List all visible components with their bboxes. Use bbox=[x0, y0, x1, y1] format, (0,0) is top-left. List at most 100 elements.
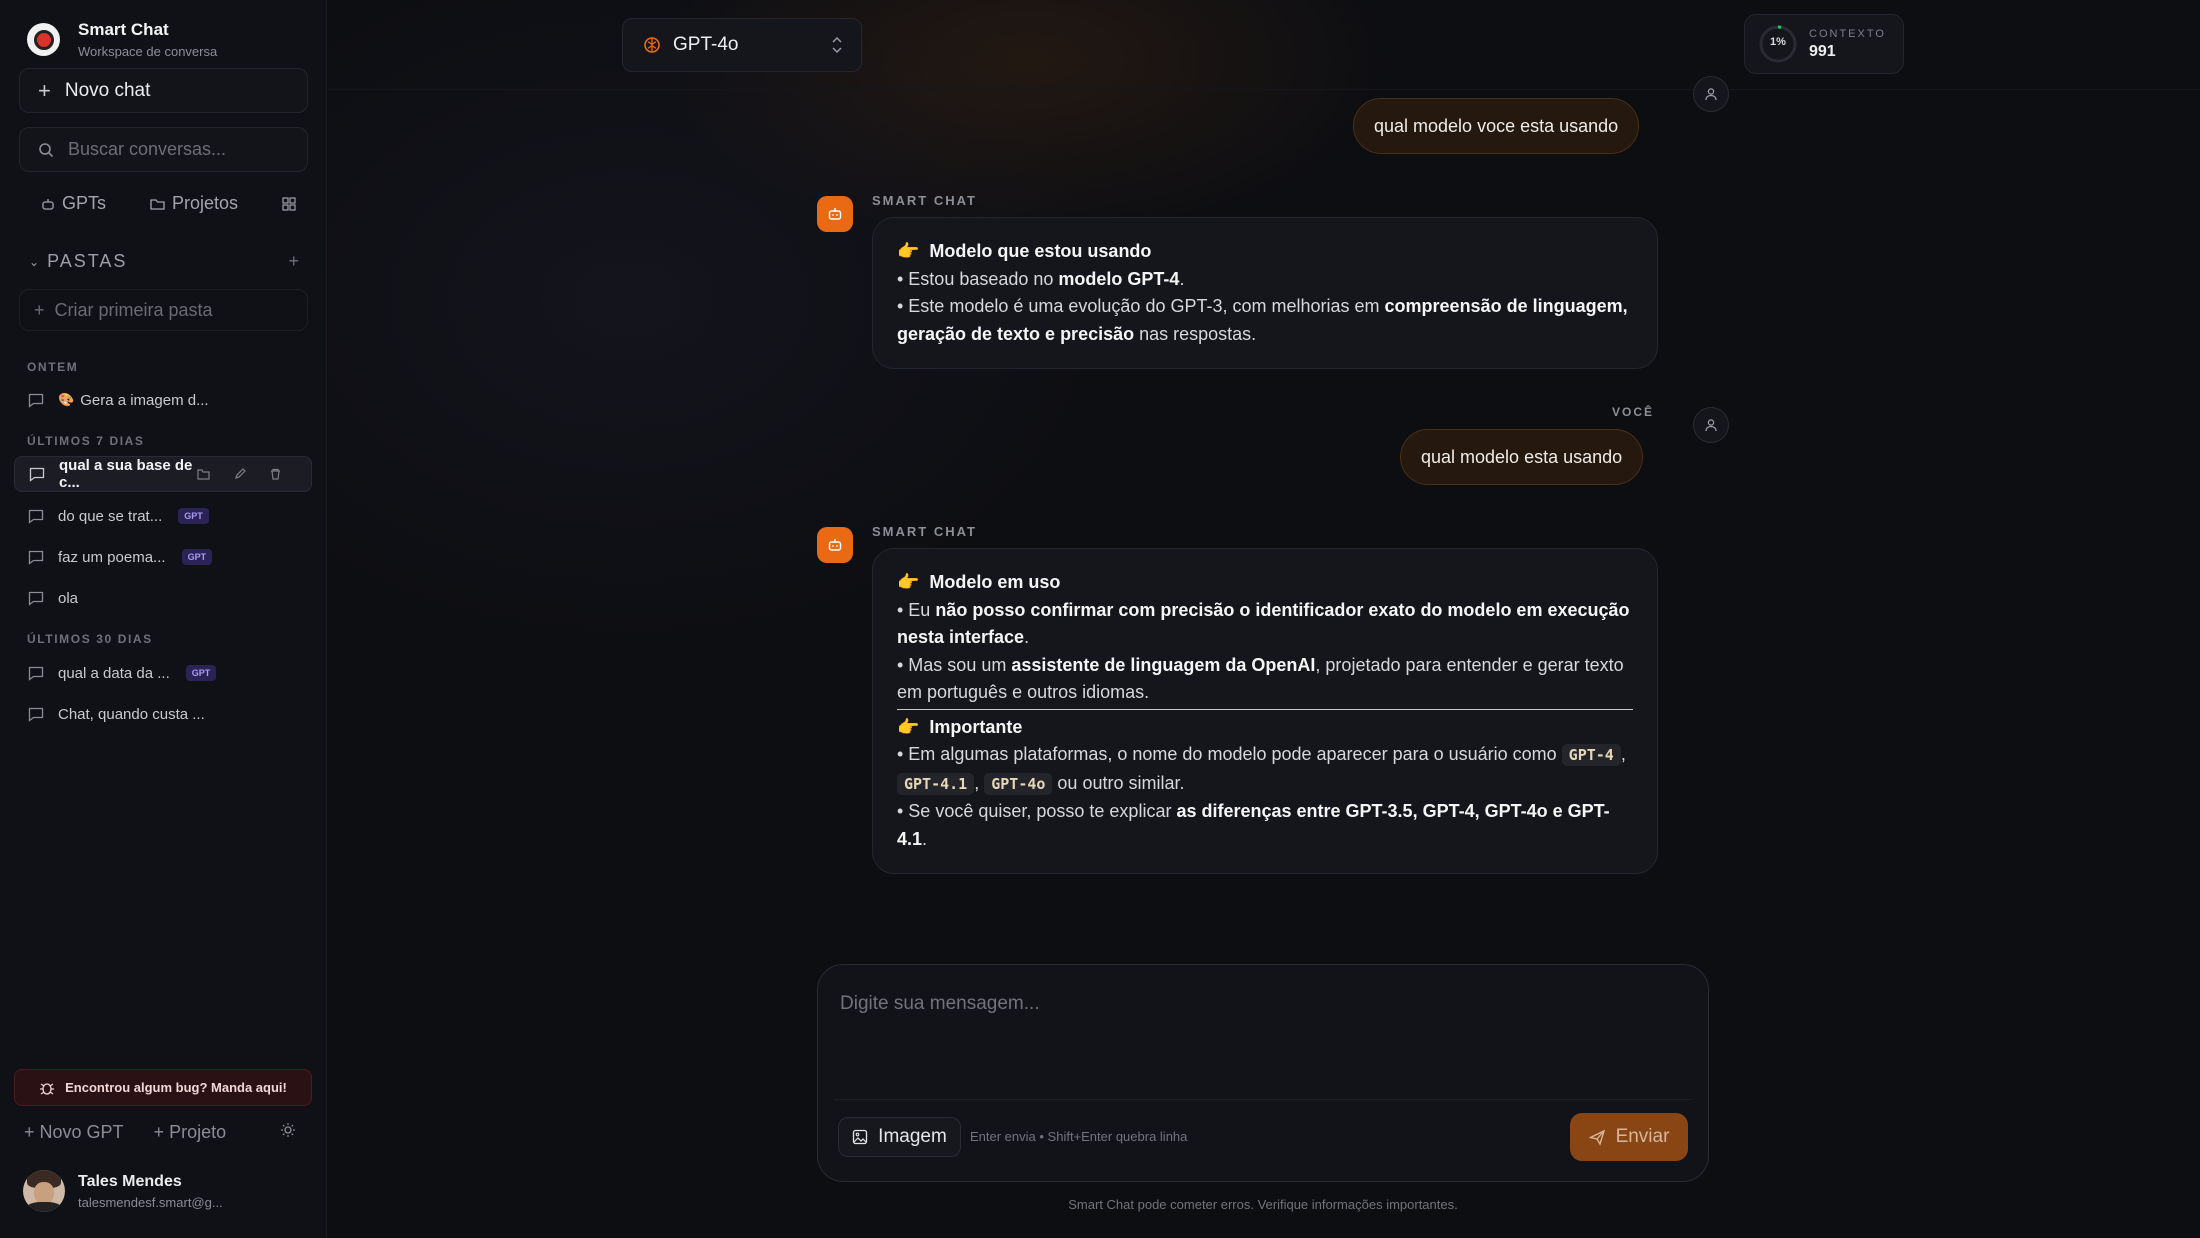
gpt-badge: GPT bbox=[178, 508, 209, 524]
bot-avatar-icon bbox=[817, 196, 853, 232]
chat-bubble-icon bbox=[29, 467, 45, 482]
model-selector[interactable]: GPT-4o bbox=[622, 18, 862, 72]
message-composer[interactable]: Digite sua mensagem... Imagem Enter envi… bbox=[817, 964, 1709, 1182]
palette-icon: 🎨 bbox=[58, 392, 75, 407]
message-line: • Se você quiser, posso te explicar as d… bbox=[897, 801, 1610, 849]
folders-header[interactable]: ⌄ PASTAS + bbox=[29, 251, 299, 272]
message-line: • Em algumas plataformas, o nome do mode… bbox=[897, 744, 1626, 795]
app-subtitle: Workspace de conversa bbox=[78, 44, 218, 59]
search-icon bbox=[39, 142, 54, 157]
keyboard-hint: Enter envia • Shift+Enter quebra linha bbox=[970, 1129, 1188, 1144]
chat-title: Gera a imagem d... bbox=[80, 391, 209, 409]
app-logo bbox=[27, 23, 60, 56]
sidebar: Smart Chat Workspace de conversa + Novo … bbox=[0, 0, 327, 1238]
divider bbox=[897, 708, 1633, 710]
bug-report-button[interactable]: Encontrou algum bug? Manda aqui! bbox=[14, 1069, 312, 1106]
chat-title: faz um poema... bbox=[58, 548, 166, 566]
add-folder-button[interactable]: + bbox=[288, 251, 299, 272]
chat-item[interactable]: Chat, quando custa ... bbox=[14, 696, 312, 732]
new-gpt-label: Novo GPT bbox=[39, 1122, 124, 1142]
chat-item[interactable]: faz um poema... GPT bbox=[14, 539, 312, 575]
chat-title: Chat, quando custa ... bbox=[58, 705, 205, 723]
create-folder-label: Criar primeira pasta bbox=[54, 299, 213, 320]
chevron-down-icon: ⌄ bbox=[29, 254, 42, 269]
you-label: VOCÊ bbox=[1612, 405, 1655, 419]
message-heading: 👉 Modelo que estou usando bbox=[897, 241, 1152, 261]
search-placeholder: Buscar conversas... bbox=[68, 139, 227, 159]
app-title: Smart Chat bbox=[78, 20, 169, 39]
image-icon bbox=[853, 1129, 868, 1145]
move-folder-icon[interactable] bbox=[197, 468, 210, 480]
chevron-up-down-icon bbox=[832, 36, 842, 54]
pointing-hand-icon: 👉 bbox=[897, 241, 920, 261]
tab-projetos-label: Projetos bbox=[172, 193, 239, 213]
chat-bubble-icon bbox=[28, 666, 44, 681]
chat-title: qual a data da ... bbox=[58, 664, 170, 682]
user-name: Tales Mendes bbox=[78, 1172, 182, 1190]
code-span: GPT-4.1 bbox=[897, 772, 975, 795]
user-avatar-icon bbox=[1693, 407, 1729, 443]
context-value: 991 bbox=[1809, 42, 1836, 60]
chat-item[interactable]: do que se trat... GPT bbox=[14, 498, 312, 534]
trash-icon[interactable] bbox=[270, 468, 281, 480]
chat-item-active[interactable]: qual a sua base de c... bbox=[14, 456, 312, 492]
avatar bbox=[23, 1170, 65, 1212]
bug-report-label: Encontrou algum bug? Manda aqui! bbox=[65, 1080, 287, 1095]
user-avatar-icon bbox=[1693, 76, 1729, 112]
chat-item[interactable]: qual a data da ... GPT bbox=[14, 655, 312, 691]
chat-bubble-icon bbox=[28, 393, 44, 408]
bot-name: SMART CHAT bbox=[872, 524, 977, 539]
user-profile[interactable]: Tales Mendes talesmendesf.smart@g... bbox=[23, 1170, 223, 1212]
chat-bubble-icon bbox=[28, 509, 44, 524]
send-icon bbox=[1588, 1129, 1605, 1146]
tab-gpts[interactable]: GPTs bbox=[41, 193, 106, 214]
message-input[interactable]: Digite sua mensagem... bbox=[840, 993, 1040, 1015]
sidebar-footer: + Novo GPT + Projeto bbox=[24, 1122, 304, 1143]
group-ultimos-30-dias: ÚLTIMOS 30 DIAS bbox=[27, 632, 153, 646]
chat-item[interactable]: ola bbox=[14, 580, 312, 616]
new-chat-label: Novo chat bbox=[64, 79, 151, 101]
group-ultimos-7-dias: ÚLTIMOS 7 DIAS bbox=[27, 434, 145, 448]
bot-message: 👉 Modelo que estou usando • Estou baseado… bbox=[872, 217, 1658, 369]
gpt-badge: GPT bbox=[181, 549, 213, 565]
pointing-hand-icon: 👉 bbox=[897, 572, 920, 592]
bug-icon bbox=[40, 1082, 55, 1095]
user-email: talesmendesf.smart@g... bbox=[78, 1194, 223, 1210]
bot-icon bbox=[42, 198, 54, 210]
user-message: qual modelo voce esta usando bbox=[1353, 98, 1640, 154]
bot-message: 👉 Modelo em uso • Eu não posso confirmar … bbox=[872, 548, 1658, 874]
search-input[interactable]: Buscar conversas... bbox=[19, 127, 308, 172]
brain-icon bbox=[644, 37, 660, 53]
grid-view-button[interactable] bbox=[282, 196, 303, 211]
chat-title: qual a sua base de c... bbox=[59, 457, 193, 491]
bot-avatar-icon bbox=[817, 527, 853, 563]
edit-icon[interactable] bbox=[234, 468, 246, 480]
new-gpt-button[interactable]: + Novo GPT bbox=[24, 1122, 124, 1143]
context-label: CONTEXTO bbox=[1809, 27, 1886, 40]
image-button-label: Imagem bbox=[878, 1126, 947, 1147]
pointing-hand-icon: 👉 bbox=[897, 716, 920, 737]
message-heading: 👉 Modelo em uso bbox=[897, 572, 1061, 592]
group-ontem: ONTEM bbox=[27, 360, 79, 374]
send-button[interactable]: Enviar bbox=[1570, 1113, 1688, 1161]
disclaimer: Smart Chat pode cometer erros. Verifique… bbox=[1068, 1197, 1458, 1212]
image-upload-button[interactable]: Imagem bbox=[838, 1117, 961, 1157]
grid-icon bbox=[282, 196, 296, 211]
send-label: Enviar bbox=[1615, 1126, 1670, 1147]
brand[interactable]: Smart Chat Workspace de conversa bbox=[27, 20, 217, 59]
create-folder-button[interactable]: + Criar primeira pasta bbox=[19, 289, 308, 331]
new-chat-button[interactable]: + Novo chat bbox=[19, 68, 308, 113]
chat-bubble-icon bbox=[28, 707, 44, 722]
new-project-button[interactable]: + Projeto bbox=[154, 1122, 227, 1143]
divider bbox=[834, 1099, 1692, 1100]
context-meter[interactable]: 1% CONTEXTO 991 bbox=[1744, 14, 1904, 74]
chat-item[interactable]: 🎨 Gera a imagem d... bbox=[14, 382, 312, 418]
plus-icon: + bbox=[38, 77, 51, 103]
bot-name: SMART CHAT bbox=[872, 193, 977, 208]
code-span: GPT-4o bbox=[984, 772, 1053, 795]
message-line: • Eu não posso confirmar com precisão o … bbox=[897, 599, 1630, 648]
tab-projetos[interactable]: Projetos bbox=[150, 193, 238, 214]
context-ring: 1% bbox=[1757, 23, 1799, 65]
message-line: • Mas sou um assistente de linguagem da … bbox=[897, 654, 1624, 703]
theme-toggle-sun-icon[interactable] bbox=[280, 1122, 296, 1143]
